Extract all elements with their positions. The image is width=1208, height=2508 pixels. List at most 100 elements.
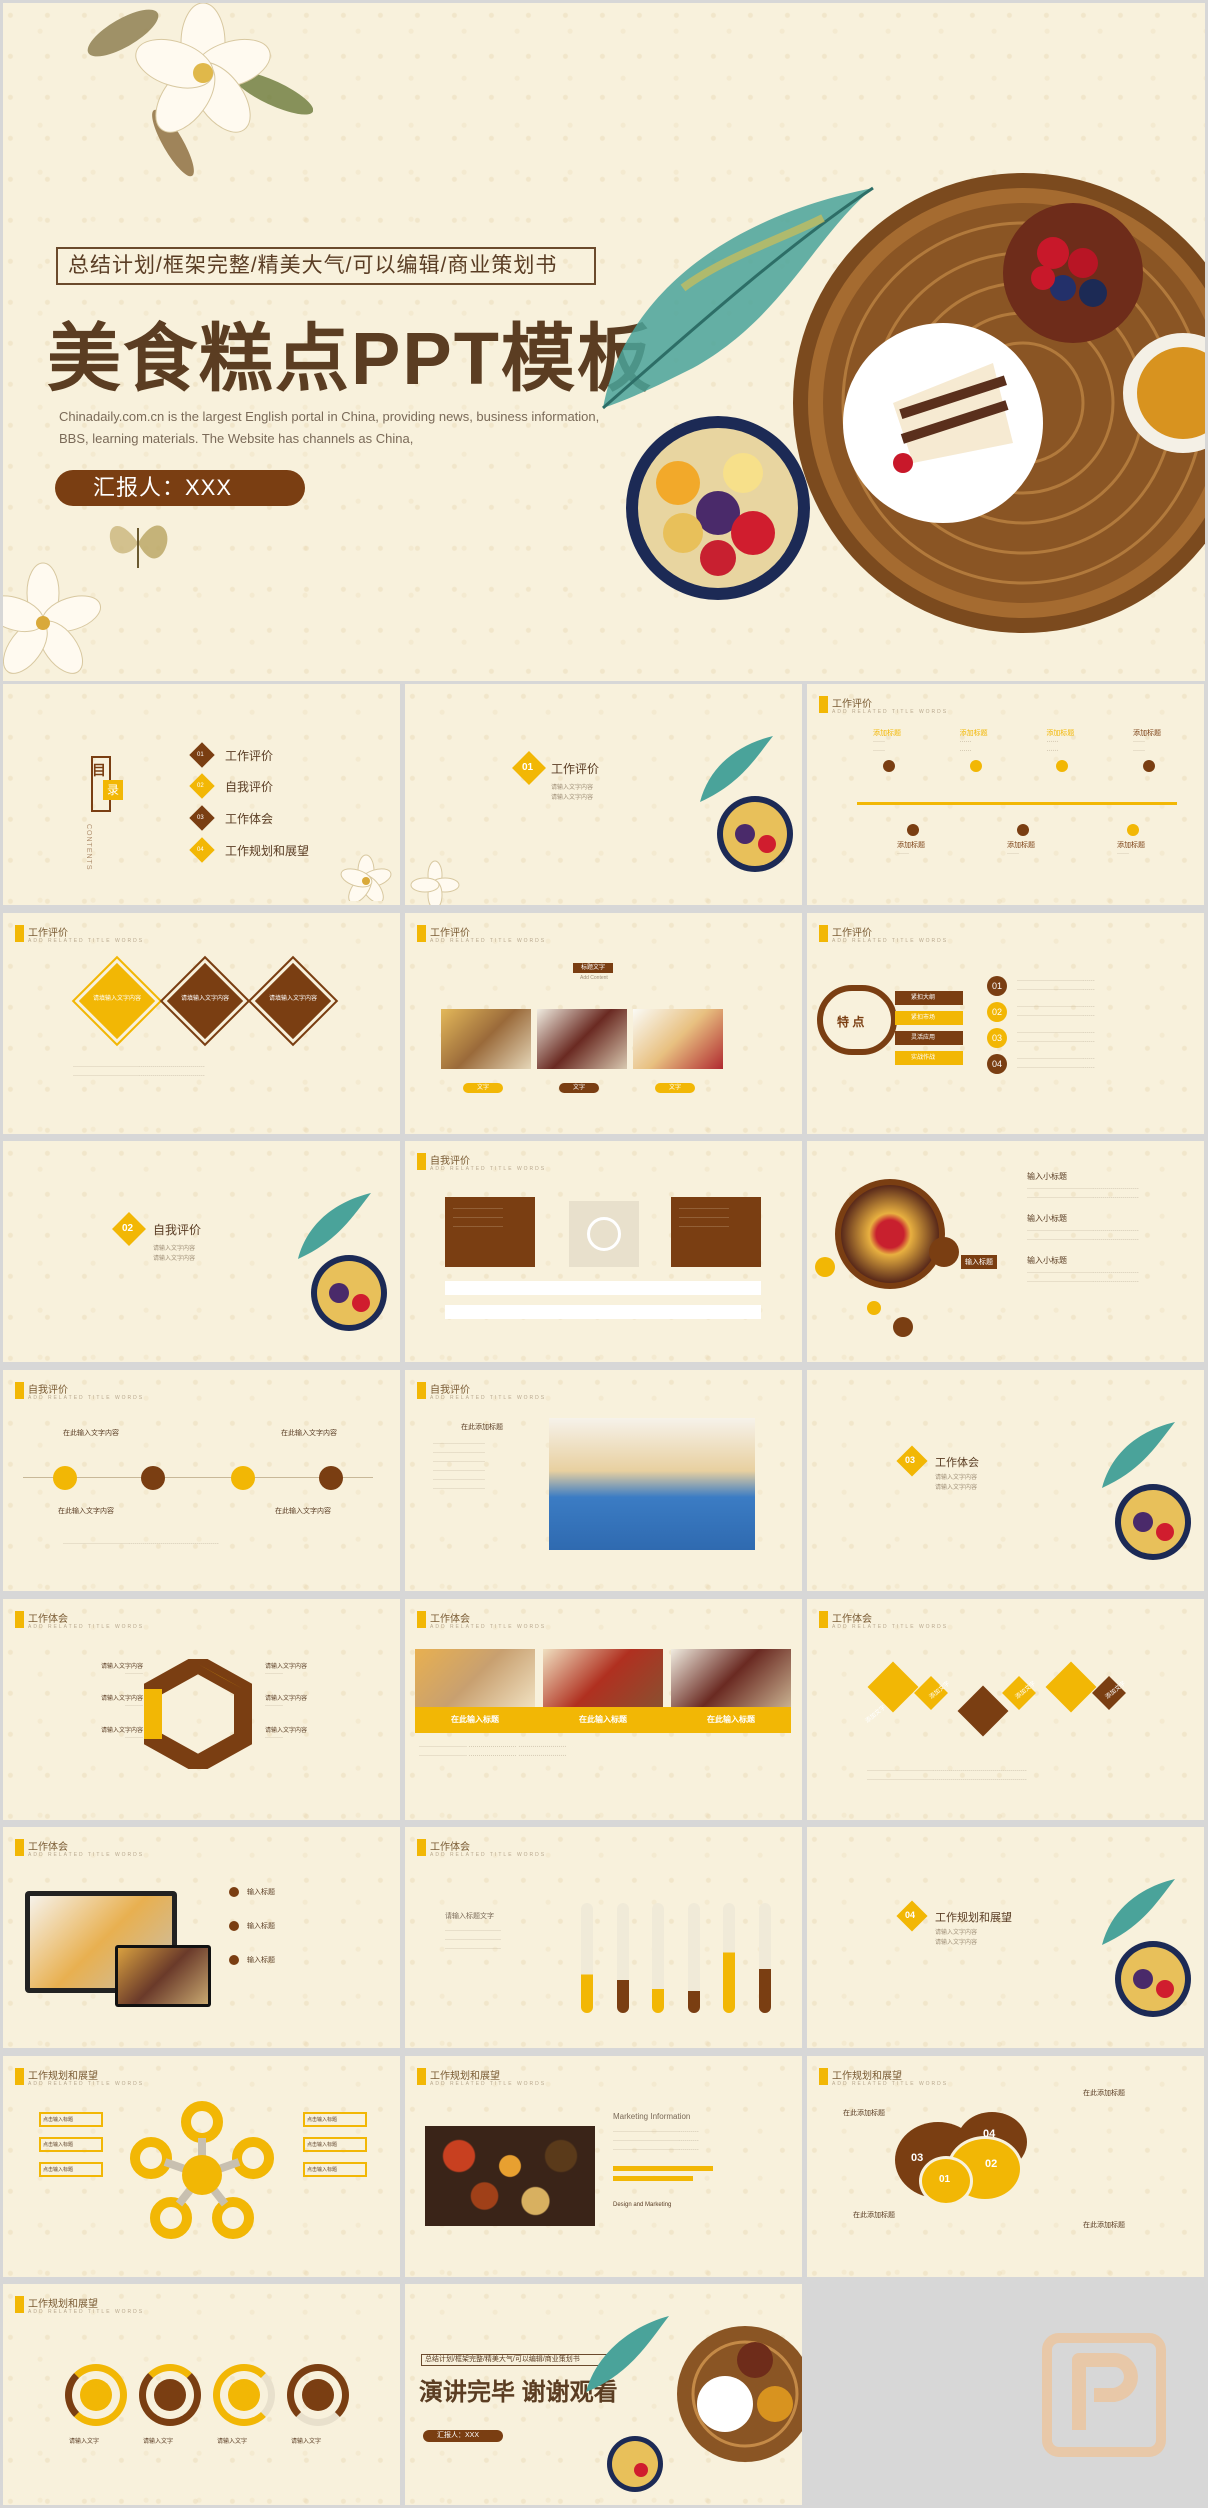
slide-bars[interactable]: 工作体会 ADD RELATED TITLE WORDS 请输入标题文字 ···… bbox=[405, 1827, 802, 2048]
list-icon bbox=[867, 1661, 919, 1713]
pen-icon bbox=[231, 1466, 255, 1490]
text-card[interactable]: ························· ···············… bbox=[671, 1197, 761, 1267]
fruit-bowl-image bbox=[717, 796, 793, 872]
pastry-photo bbox=[415, 1649, 535, 1707]
slide-text-boxes[interactable]: 自我评价 ADD RELATED TITLE WORDS ···········… bbox=[405, 1141, 802, 1362]
pastry-photo bbox=[441, 1009, 531, 1069]
fruit-bowl-image bbox=[311, 1255, 387, 1331]
bar bbox=[723, 1903, 736, 2013]
timeline-node[interactable]: 添加标题 ······ bbox=[1007, 824, 1067, 859]
flask-icon bbox=[154, 2379, 186, 2411]
cake-photo bbox=[633, 1009, 723, 1069]
gear-icon bbox=[1142, 760, 1155, 772]
timeline-node[interactable]: 添加标题 ······ ······ bbox=[1046, 728, 1106, 772]
lightbulb-icon bbox=[53, 1466, 77, 1490]
toc-item[interactable]: 02 自我评价 bbox=[189, 770, 393, 802]
timeline-node[interactable]: 添加标题 ······ bbox=[1117, 824, 1177, 859]
toc-label-mu: 目 bbox=[92, 762, 106, 778]
target-icon bbox=[569, 1201, 639, 1267]
fruit-bowl-image bbox=[1115, 1941, 1191, 2017]
hexagon-diagram-icon bbox=[144, 1659, 252, 1769]
spices-photo bbox=[425, 2126, 595, 2226]
wine-photo bbox=[537, 1009, 627, 1069]
progress-ring bbox=[287, 2364, 349, 2426]
slide-end[interactable]: 总结计划/框架完整/精美大气/可以编辑/商业策划书 演讲完毕 谢谢观看 汇报人：… bbox=[405, 2284, 802, 2505]
text-pill[interactable]: 文字 bbox=[463, 1083, 503, 1093]
timeline-node[interactable]: 添加标题 ······ ······ bbox=[960, 728, 1020, 772]
slide-photos[interactable]: 工作评价 ADD RELATED TITLE WORDS 标题文字 Add Co… bbox=[405, 913, 802, 1134]
wine-photo bbox=[671, 1649, 791, 1707]
slide-section-01[interactable]: 01 工作评价 请输入文字内容 请输入文字内容 bbox=[405, 684, 802, 905]
star-icon bbox=[229, 1955, 239, 1965]
slide-diamonds[interactable]: 工作评价 ADD RELATED TITLE WORDS 请填输入文字内容 请填… bbox=[3, 913, 400, 1134]
slide-flower-diagram[interactable]: 工作规划和展望 ADD RELATED TITLE WORDS 点击输入标题 点… bbox=[3, 2056, 400, 2277]
timeline-node[interactable]: 添加标题 ······ ······ bbox=[1133, 728, 1193, 772]
bar-chart bbox=[581, 1883, 771, 2013]
logo-icon bbox=[1042, 2333, 1166, 2457]
slide-circle-photo[interactable]: 输入标题 输入小标题 ·····························… bbox=[807, 1141, 1204, 1362]
slide-hexagon[interactable]: 工作体会 ADD RELATED TITLE WORDS 请输入文字内容 ····… bbox=[3, 1599, 400, 1820]
slide-toc[interactable]: 目 录 CONTENTS 01 工作评价 02 自我评价 03 工作体会 04 … bbox=[3, 684, 400, 905]
text-pill[interactable]: 文字 bbox=[559, 1083, 599, 1093]
leaf-decoration-icon bbox=[1102, 1879, 1175, 1945]
pulse-icon bbox=[1017, 824, 1029, 836]
bar bbox=[758, 1903, 771, 2013]
slide-icons-line[interactable]: 自我评价 ADD RELATED TITLE WORDS 在此输入文字内容 在此… bbox=[3, 1370, 400, 1591]
clock-icon bbox=[319, 1466, 343, 1490]
flower-decoration-icon bbox=[340, 854, 392, 901]
image-icon bbox=[957, 1685, 1009, 1737]
timeline-node[interactable]: 添加标题 ······ ······ bbox=[873, 728, 933, 772]
slide-three-photos[interactable]: 工作体会 ADD RELATED TITLE WORDS 在此输入标题 在此输入… bbox=[405, 1599, 802, 1820]
bar bbox=[616, 1903, 629, 2013]
chat-icon bbox=[80, 2379, 112, 2411]
flower-decoration-icon bbox=[87, 3, 313, 177]
watermark-tile bbox=[807, 2284, 1204, 2505]
toc-label-lu: 录 bbox=[103, 780, 123, 800]
gift-icon bbox=[907, 824, 919, 836]
section-number: 01 bbox=[522, 762, 534, 773]
pen-icon bbox=[229, 1887, 239, 1897]
slide-timeline[interactable]: 工作评价 ADD RELATED TITLE WORDS 添加标题 ······ ·… bbox=[807, 684, 1204, 905]
leaf-decoration-icon bbox=[586, 2316, 669, 2392]
toc-contents: CONTENTS bbox=[85, 824, 92, 871]
flower-diagram-icon bbox=[130, 2101, 274, 2239]
card-icon bbox=[1045, 1661, 1097, 1713]
slide-monitor[interactable]: 工作体会 ADD RELATED TITLE WORDS 输入标题 输入标题 输… bbox=[3, 1827, 400, 2048]
basket-image bbox=[677, 2326, 802, 2462]
text-pill[interactable]: 文字 bbox=[655, 1083, 695, 1093]
section-title: 工作评价 bbox=[551, 762, 600, 776]
compass-icon bbox=[141, 1466, 165, 1490]
leaf-decoration-icon bbox=[298, 1193, 371, 1259]
hero-reporter: 汇报人：XXX bbox=[55, 470, 305, 506]
flower-decoration-icon bbox=[410, 860, 460, 905]
toc-item[interactable]: 03 工作体会 bbox=[189, 802, 393, 834]
slide-cake-photo[interactable]: 自我评价 ADD RELATED TITLE WORDS 在此添加标题 ····… bbox=[405, 1370, 802, 1591]
fruit-bowl-image bbox=[1115, 1484, 1191, 1560]
text-card[interactable]: ························· ···············… bbox=[445, 1197, 535, 1267]
title-slide[interactable]: 总结计划/框架完整/精美大气/可以编辑/商业策划书 美食糕点PPT模板 Chin… bbox=[3, 3, 1205, 681]
slide-bubbles[interactable]: 工作规划和展望 ADD RELATED TITLE WORDS 在此添加标题 0… bbox=[807, 2056, 1204, 2277]
cake-photo bbox=[549, 1418, 755, 1550]
leaf-decoration-icon bbox=[1102, 1422, 1175, 1488]
calendar-icon bbox=[302, 2379, 334, 2411]
progress-ring bbox=[65, 2364, 127, 2426]
slide-section-04[interactable]: 04 工作规划和展望 请输入文字内容 请输入文字内容 bbox=[807, 1827, 1204, 2048]
hero-tagline: 总结计划/框架完整/精美大气/可以编辑/商业策划书 bbox=[56, 247, 596, 285]
timeline-axis bbox=[857, 802, 1177, 805]
fruit-bowl-image bbox=[626, 416, 810, 600]
chart-icon bbox=[1056, 760, 1069, 772]
hero-title: 美食糕点PPT模板 bbox=[47, 317, 653, 400]
toc-item[interactable]: 01 工作评价 bbox=[189, 740, 393, 770]
slide-section-02[interactable]: 02 自我评价 请输入文字内容 请输入文字内容 bbox=[3, 1141, 400, 1362]
timeline-node[interactable]: 添加标题 ······ bbox=[897, 824, 957, 859]
star-icon bbox=[969, 760, 982, 772]
bar bbox=[581, 1903, 593, 2013]
hero-description: Chinadaily.com.cn is the largest English… bbox=[59, 409, 600, 446]
clock-icon bbox=[883, 760, 895, 772]
bar bbox=[652, 1903, 665, 2013]
slide-diamond-icons[interactable]: 工作体会 ADD RELATED TITLE WORDS 添加文字 添加文字 添… bbox=[807, 1599, 1204, 1820]
slide-spices[interactable]: 工作规划和展望 ADD RELATED TITLE WORDS Marketin… bbox=[405, 2056, 802, 2277]
slide-rings[interactable]: 工作规划和展望 ADD RELATED TITLE WORDS 请输入文字 请输… bbox=[3, 2284, 400, 2505]
slide-features[interactable]: 工作评价 ADD RELATED TITLE WORDS 特 点 紧扣大纲 紧扣… bbox=[807, 913, 1204, 1134]
slide-section-03[interactable]: 03 工作体会 请输入文字内容 请输入文字内容 bbox=[807, 1370, 1204, 1591]
